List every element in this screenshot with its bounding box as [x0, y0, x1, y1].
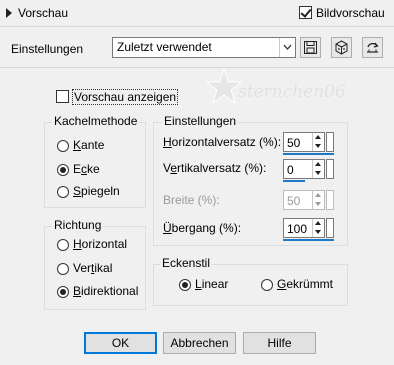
watermark: sternchen06	[238, 82, 346, 102]
horizontal-offset-spinner[interactable]: 50	[283, 132, 325, 152]
width-label: Breite (%):	[163, 193, 220, 207]
section-title: Vorschau	[18, 6, 69, 20]
ok-button[interactable]: OK	[84, 332, 157, 354]
horizontal-offset-slider-button[interactable]	[326, 132, 334, 152]
tile-method-title: Kachelmethode	[52, 114, 140, 128]
random-dice-icon	[335, 40, 348, 55]
show-preview-checkbox[interactable]	[56, 90, 69, 103]
vertical-offset-slider-button[interactable]	[326, 159, 334, 179]
expand-arrow-icon[interactable]	[6, 8, 12, 18]
width-slider-button	[326, 190, 334, 210]
radio-vertikal-label: Vertikal	[73, 261, 113, 275]
reset-button[interactable]	[362, 37, 383, 58]
radio-kante-label: Kante	[73, 138, 105, 152]
radio-gekruemmt-label: Gekrümmt	[277, 277, 334, 291]
spin-arrows-icon	[312, 191, 324, 209]
radio-bidirektional[interactable]	[57, 286, 69, 298]
transition-value: 100	[287, 222, 308, 236]
vertical-offset-value: 0	[287, 163, 294, 177]
radio-ecke[interactable]	[57, 164, 69, 176]
radio-ecke-label: Ecke	[73, 162, 100, 176]
cancel-button[interactable]: Abbrechen	[163, 332, 236, 354]
vertical-offset-label: Vertikalversatz (%):	[163, 161, 267, 175]
spin-arrows-icon[interactable]	[312, 133, 324, 151]
spin-arrows-icon[interactable]	[312, 219, 324, 237]
transition-spinner[interactable]: 100	[283, 218, 325, 238]
transition-slider-button[interactable]	[326, 218, 334, 238]
save-preset-button[interactable]	[300, 37, 321, 58]
show-preview-label: Vorschau anzeigen	[72, 89, 179, 105]
radio-spiegeln[interactable]	[57, 186, 69, 198]
transition-label: Übergang (%):	[163, 221, 242, 235]
radio-kante[interactable]	[57, 140, 69, 152]
radio-horizontal-label: Horizontal	[73, 237, 128, 251]
corner-style-title: Eckenstil	[160, 256, 213, 270]
radio-horizontal[interactable]	[57, 239, 69, 251]
chevron-down-icon[interactable]	[279, 38, 295, 57]
preset-select[interactable]: Zuletzt verwendet	[112, 37, 296, 58]
horizontal-offset-value: 50	[287, 136, 301, 150]
radio-linear[interactable]	[179, 279, 191, 291]
image-preview-checkbox[interactable]	[299, 6, 312, 19]
random-button[interactable]	[331, 37, 352, 58]
width-value: 50	[287, 194, 301, 208]
preset-value: Zuletzt verwendet	[117, 40, 212, 54]
image-preview-label: Bildvorschau	[316, 6, 385, 20]
width-spinner: 50	[283, 190, 325, 210]
radio-gekruemmt[interactable]	[261, 279, 273, 291]
help-button[interactable]: Hilfe	[243, 332, 316, 354]
horizontal-offset-label: Horizontalversatz (%):	[163, 135, 282, 149]
radio-linear-label: Linear	[195, 277, 229, 291]
show-preview-text: Vorschau anzeigen	[74, 90, 177, 104]
spin-arrows-icon[interactable]	[312, 160, 324, 178]
settings-group-title: Einstellungen	[162, 114, 239, 128]
direction-title: Richtung	[52, 218, 104, 232]
vertical-offset-spinner[interactable]: 0	[283, 159, 325, 179]
reset-icon	[367, 42, 379, 53]
radio-spiegeln-label: Spiegeln	[73, 184, 120, 198]
radio-vertikal[interactable]	[57, 263, 69, 275]
radio-bidirektional-label: Bidirektional	[73, 284, 139, 298]
save-preset-icon	[304, 41, 317, 54]
settings-label: Einstellungen	[11, 42, 84, 56]
